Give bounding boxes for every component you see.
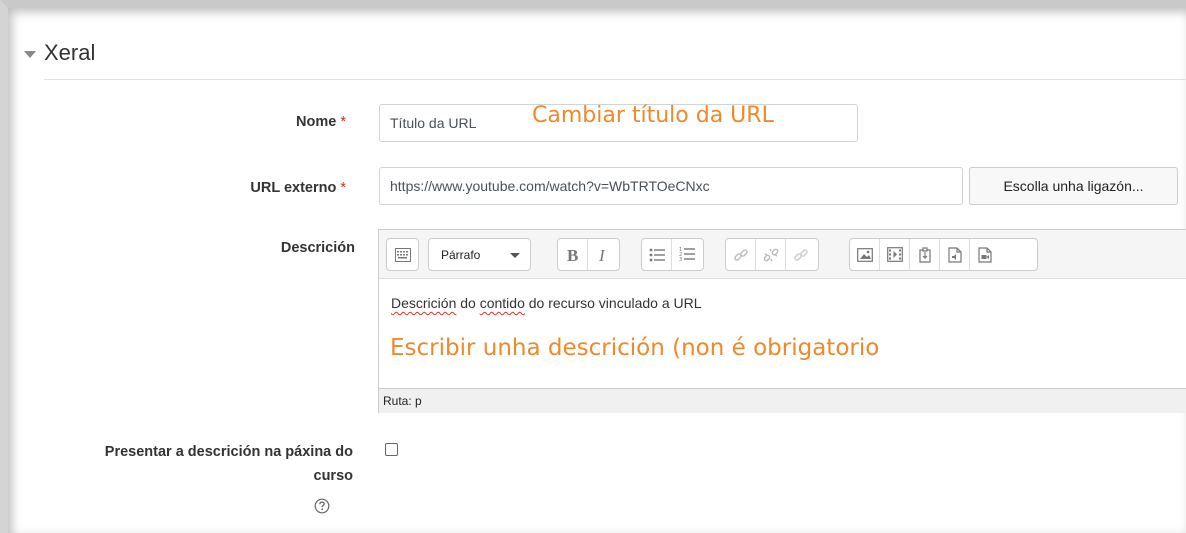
content-word: do recurso vinculado a URL bbox=[524, 295, 702, 311]
link-icon[interactable] bbox=[726, 239, 756, 270]
url-input-value: https://www.youtube.com/watch?v=WbTRTOeC… bbox=[390, 178, 710, 194]
toolbar-group-media bbox=[849, 238, 1038, 271]
section-divider bbox=[44, 79, 1186, 80]
show-description-label-line1: Presentar a descrición na páxina do bbox=[104, 444, 353, 460]
toolbar-group-links bbox=[725, 238, 819, 271]
section-header-xeral[interactable]: Xeral bbox=[24, 36, 95, 70]
help-icon[interactable] bbox=[314, 498, 330, 514]
show-description-label: Presentar a descrición na páxina do curs… bbox=[20, 440, 353, 488]
content-word: Descrición bbox=[391, 295, 457, 311]
paragraph-format-select[interactable]: Párrafo bbox=[428, 238, 531, 271]
bold-icon[interactable]: B bbox=[558, 239, 588, 270]
url-label-text: URL externo bbox=[250, 180, 337, 196]
toolbar-group-lists: 123 bbox=[641, 238, 704, 271]
unordered-list-icon[interactable] bbox=[642, 239, 672, 270]
toolbar-group-style: B I bbox=[557, 238, 620, 271]
description-content: Descrición do contido do recurso vincula… bbox=[391, 295, 1175, 311]
choose-link-button[interactable]: Escolla unha ligazón... bbox=[969, 167, 1178, 205]
name-annotation: Cambiar título da URL bbox=[532, 103, 774, 128]
image-icon[interactable] bbox=[850, 239, 880, 270]
ordered-list-icon[interactable]: 123 bbox=[672, 239, 702, 270]
collapse-caret-icon[interactable] bbox=[24, 50, 36, 58]
show-description-checkbox[interactable] bbox=[385, 443, 398, 456]
show-description-label-line2: curso bbox=[313, 468, 354, 484]
show-more-buttons-icon[interactable] bbox=[387, 239, 418, 270]
anchor-icon[interactable] bbox=[786, 239, 816, 270]
editor-content-area[interactable]: Descrición do contido do recurso vincula… bbox=[379, 280, 1186, 388]
content-word: contido bbox=[479, 295, 525, 311]
toolbar-group-more bbox=[386, 238, 419, 271]
description-label: Descrición bbox=[280, 240, 355, 256]
url-label: URL externo * bbox=[180, 180, 346, 196]
required-marker: * bbox=[340, 114, 346, 130]
unlink-icon[interactable] bbox=[756, 239, 786, 270]
italic-icon[interactable]: I bbox=[588, 239, 618, 270]
manage-files-icon[interactable] bbox=[910, 239, 940, 270]
editor-toolbar: Párrafo B I 123 bbox=[379, 230, 1186, 279]
svg-text:I: I bbox=[598, 247, 606, 263]
paragraph-format-value: Párrafo bbox=[441, 247, 481, 262]
content-word: do bbox=[456, 295, 480, 311]
name-label: Nome * bbox=[230, 114, 346, 130]
description-annotation: Escribir unha descrición (non é obrigato… bbox=[390, 335, 880, 361]
name-input-value: Título da URL bbox=[390, 115, 477, 131]
svg-text:B: B bbox=[567, 247, 578, 263]
media-icon[interactable] bbox=[880, 239, 910, 270]
name-label-text: Nome bbox=[296, 114, 337, 130]
record-audio-icon[interactable] bbox=[940, 239, 970, 270]
chevron-down-icon bbox=[510, 253, 520, 258]
section-title: Xeral bbox=[44, 40, 96, 65]
svg-text:3: 3 bbox=[679, 257, 682, 262]
url-input[interactable]: https://www.youtube.com/watch?v=WbTRTOeC… bbox=[379, 167, 963, 205]
description-editor: Párrafo B I 123 Descrición do contido do… bbox=[378, 229, 1186, 413]
required-marker: * bbox=[340, 180, 346, 196]
record-video-icon[interactable] bbox=[970, 239, 1000, 270]
editor-path-bar: Ruta: p bbox=[379, 388, 1186, 413]
